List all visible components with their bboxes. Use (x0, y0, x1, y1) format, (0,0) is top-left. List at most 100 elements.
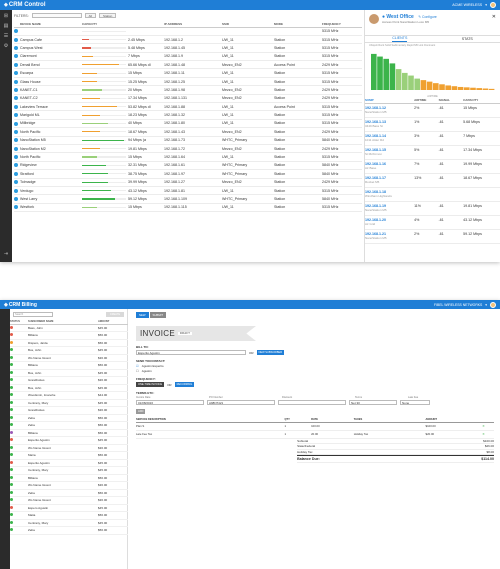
subscriber-row[interactable]: Zeba $56.00 (10, 489, 128, 497)
device-name[interactable]: Glass House (20, 77, 82, 87)
subscriber-row[interactable]: Centrany, Mary $45.00 (10, 466, 128, 475)
client-row[interactable]: 192.168.1.18 Windham Highlands (365, 187, 500, 202)
table-row[interactable]: Glass House 15.25 Mbps 192.168.1.25 UW_11 St… (14, 77, 362, 87)
subscriber-row[interactable]: Zeba $56.00 (10, 421, 128, 430)
subscriber-row[interactable]: Wo Name Givent $36.00 (10, 354, 128, 362)
new-subscriber-button[interactable]: NEW SUBSCRIBER (256, 350, 285, 355)
subscriber-row[interactable]: Maria $56.00 (10, 451, 128, 460)
checkbox-icon[interactable]: ☑ (136, 364, 139, 368)
subscriber-name[interactable]: Zeba (28, 421, 98, 430)
subscriber-name[interactable]: Bass, John (28, 324, 98, 332)
device-name[interactable]: Campus West (20, 43, 82, 53)
table-row[interactable]: Escarpa 15 Mbps 192.168.1.11 UW_11 Station 53… (14, 68, 362, 78)
subscriber-name[interactable]: Billiana (28, 361, 98, 370)
subscriber-name[interactable]: Matia (28, 511, 98, 520)
configure-link[interactable]: ✎ Configure (418, 15, 437, 19)
remove-icon[interactable]: ✕ (482, 422, 494, 431)
subscriber-name[interactable]: Grandbottes (28, 376, 98, 385)
subscriber-name[interactable]: Billiana (28, 474, 98, 482)
settings-icon[interactable]: ⚙ (4, 44, 8, 49)
subscriber-name[interactable]: Zeba (28, 489, 98, 497)
table-row[interactable]: NanoStation M2 19.81 Mbps 192.168.1.72 Mezz… (14, 144, 362, 154)
subscriber-name[interactable]: Bos, John (28, 369, 98, 377)
table-row[interactable]: Stratford 38.75 Mbps 192.168.1.97 WHTC_Prim… (14, 169, 362, 179)
map-icon[interactable]: ▤ (4, 24, 9, 29)
client-row[interactable]: 192.168.1.17 Rocket M5 13% -61 18.67 Mbps (365, 173, 500, 188)
subscriber-row[interactable]: Matia $56.00 (10, 511, 128, 520)
device-name[interactable]: Campus Cafe (20, 35, 82, 45)
client-cell[interactable]: 192.168.1.17 Rocket M5 (365, 173, 415, 188)
table-row[interactable]: KANET-C2 17.34 Mbps 192.168.1.131 Mezzo_EN2… (14, 94, 362, 104)
subscriber-row[interactable]: Billiana $56.00 (10, 429, 128, 437)
billing-account-menu[interactable]: FIBEL WIRELESS NETWORKS ▾ (434, 301, 496, 308)
subscriber-row[interactable]: Bos, John $45.00 (10, 384, 128, 392)
client-row[interactable]: 192.168.1.19 NanoStation M5 11% -61 19.81… (365, 201, 500, 216)
device-name[interactable]: Escarpa (20, 68, 82, 78)
client-cell[interactable]: 192.168.1.12 NanoStation M5 (365, 103, 415, 118)
subscriber-row[interactable]: Zeba $56.00 (10, 526, 128, 535)
configure-label[interactable]: Configure (422, 15, 437, 19)
subscriber-name[interactable]: Bos, John (28, 384, 98, 392)
device-name[interactable]: North Pacific (20, 152, 82, 162)
item-rate[interactable]: 100.00 (311, 422, 354, 431)
subscriber-name[interactable]: Wo Name Givent (28, 481, 98, 490)
item-description[interactable]: Plan S (136, 422, 285, 431)
table-row[interactable]: West Larry 59.12 Mbps 192.168.1.109 WHTC_Pr… (14, 194, 362, 204)
subscriber-name[interactable]: Woodsmin, Imanohe (28, 391, 98, 400)
subscriber-row[interactable]: Wo Name Givent $36.00 (10, 496, 128, 505)
device-name[interactable]: Claremont (20, 52, 82, 62)
client-row[interactable]: 192.168.1.20 Air Grid 4% -61 43.12 Mbps (365, 215, 500, 230)
subscriber-name[interactable]: Esperito Agustin (28, 436, 98, 445)
subscriber-name[interactable]: Espero Agustin (28, 504, 98, 512)
tab-clients[interactable]: CLIENTS (392, 36, 408, 42)
recurring-button[interactable]: RECURRING (174, 382, 195, 387)
client-cell[interactable]: 192.168.1.14 1011 Alder Rd (365, 131, 415, 146)
chevron-down-icon[interactable]: ▾ (485, 3, 487, 7)
device-name[interactable]: Verdugo (20, 186, 82, 196)
device-name[interactable]: Millbridge (20, 119, 82, 129)
avatar[interactable] (490, 2, 496, 8)
client-cell[interactable]: 192.168.1.13 3449 Bass St (365, 117, 415, 132)
subscriber-row[interactable]: Dispero, Jarda $56.00 (10, 339, 128, 347)
subscriber-name[interactable]: Centrany, Mary (28, 519, 98, 527)
create-button[interactable]: CREATE (106, 311, 124, 317)
subscriber-row[interactable]: Centrany, Mary $45.00 (10, 519, 128, 527)
tab-submit[interactable]: SUBMIT (149, 312, 167, 318)
subscriber-row[interactable]: Bos, John $45.00 (10, 369, 128, 377)
subscriber-name[interactable]: Wo Name Givent (28, 354, 98, 362)
device-name[interactable]: KANET-C1 (20, 85, 82, 95)
table-row[interactable]: NanoStation M5 94 Mbps (a 192.168.1.73 WHTC… (14, 136, 362, 145)
table-row[interactable]: Verdugo 43.12 Mbps 192.168.1.81 UW_11 Statio… (14, 186, 362, 196)
search-input[interactable]: Search (13, 311, 53, 317)
table-row[interactable]: North Pacific 15 Mbps 192.168.1.64 UW_11 Sta… (14, 152, 362, 162)
table-row[interactable]: Claremont 7 Mbps 192.168.1.9 UW_11 Station 53… (14, 52, 362, 62)
device-name[interactable]: Tolmadge (20, 178, 82, 187)
item-qty[interactable]: 1 (284, 430, 312, 439)
item-taxes[interactable] (353, 422, 426, 431)
table-row[interactable]: KANET-C1 20 Mbps 192.168.1.98 Mezzo_EN2 Stat… (14, 85, 362, 95)
table-row[interactable]: Ridgeview 32.31 Mbps 192.168.1.61 WHTC_Prim… (14, 161, 362, 171)
subscriber-name[interactable]: Zeba (28, 414, 98, 422)
subscriber-row[interactable]: Esperito Agustin $45.00 (10, 459, 128, 467)
subscriber-row[interactable]: Wo Name Givent $36.00 (10, 481, 128, 490)
filter-chip-station[interactable]: Station (98, 13, 117, 18)
device-name[interactable]: Lakeview Terrace (20, 102, 82, 112)
client-cell[interactable]: 192.168.1.18 Windham Highlands (365, 187, 415, 202)
subscriber-name[interactable]: Dispero, Jarda (28, 339, 98, 347)
device-name[interactable]: Marigold ML (20, 110, 82, 120)
device-name[interactable] (20, 27, 82, 36)
client-cell[interactable]: 192.168.1.19 NanoStation M5 (365, 201, 415, 216)
device-name[interactable]: Westfork (20, 203, 82, 213)
subscriber-name[interactable]: Maria (28, 451, 98, 460)
table-row[interactable]: North Pacific 18.67 Mbps 192.168.1.43 Mezzo… (14, 127, 362, 137)
filter-input[interactable] (31, 13, 82, 18)
subscriber-row[interactable]: Grandbottes $36.00 (10, 406, 128, 415)
subscriber-name[interactable]: Zeba (28, 526, 98, 535)
table-row[interactable]: Tolmadge 39.99 Mbps 192.168.1.27 Mezzo_EN2 S… (14, 178, 362, 187)
client-row[interactable]: 192.168.1.15 St McKinnon 5% -61 17.34 Mbp… (365, 145, 500, 160)
subscriber-name[interactable]: Centrany, Mary (28, 466, 98, 475)
billing-account-name[interactable]: FIBEL WIRELESS NETWORKS (434, 303, 482, 307)
table-row[interactable]: Campus Cafe 2.45 Mbps 192.168.1.2 UW_11 Stat… (14, 35, 362, 45)
device-name[interactable]: North Pacific (20, 127, 82, 137)
account-menu[interactable]: ACME WIRELESS ▾ (452, 2, 496, 8)
